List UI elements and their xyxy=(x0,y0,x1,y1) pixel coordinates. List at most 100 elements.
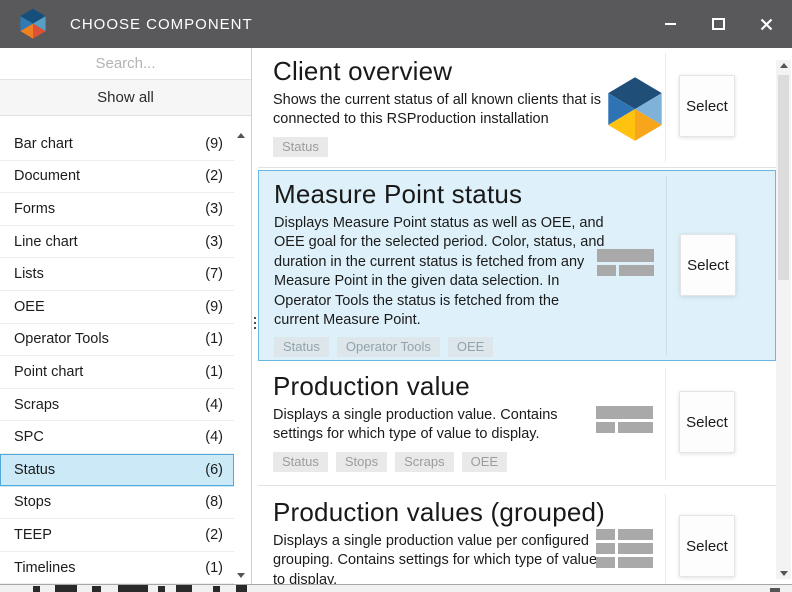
sidebar-item-document[interactable]: Document(2) xyxy=(0,161,234,194)
select-button[interactable]: Select xyxy=(679,391,735,453)
tag-status: Status xyxy=(274,337,329,357)
category-count: (3) xyxy=(205,201,223,217)
sidebar-item-status[interactable]: Status(6) xyxy=(0,454,234,487)
scroll-down-icon[interactable] xyxy=(237,573,245,578)
rsproduction-logo-icon xyxy=(18,8,48,41)
sidebar-item-point-chart[interactable]: Point chart(1) xyxy=(0,356,234,389)
titlebar: CHOOSE COMPONENT xyxy=(0,0,792,48)
category-label: TEEP xyxy=(14,527,205,543)
category-label: Timelines xyxy=(14,560,205,576)
category-label: Status xyxy=(14,462,205,478)
category-label: Point chart xyxy=(14,364,205,380)
card-divider xyxy=(665,368,666,480)
category-count: (2) xyxy=(205,527,223,543)
category-label: OEE xyxy=(14,299,205,315)
choose-component-window: { "titlebar": { "title": "CHOOSE COMPONE… xyxy=(0,0,792,592)
minimize-icon xyxy=(665,23,676,25)
tag-oee: OEE xyxy=(462,452,507,472)
sidebar-item-teep[interactable]: TEEP(2) xyxy=(0,519,234,552)
category-count: (4) xyxy=(205,429,223,445)
card-description: Displays a single production value per c… xyxy=(273,532,605,584)
component-cards: Client overviewShows the current status … xyxy=(258,48,776,584)
component-card-production-values-grouped-[interactable]: Production values (grouped)Displays a si… xyxy=(258,489,776,584)
sidebar-item-oee[interactable]: OEE(9) xyxy=(0,291,234,324)
component-list-pane: Client overviewShows the current status … xyxy=(253,48,792,584)
sidebar-item-timelines[interactable]: Timelines(1) xyxy=(0,552,234,585)
card-tags: Status xyxy=(273,137,776,157)
window-controls xyxy=(646,0,790,48)
scroll-up-icon[interactable] xyxy=(780,63,788,68)
dialog-body: Show all Bar chart(9)Document(2)Forms(3)… xyxy=(0,48,792,585)
category-label: Line chart xyxy=(14,234,205,250)
component-card-production-value[interactable]: Production valueDisplays a single produc… xyxy=(258,363,776,486)
card-tags: Status Stops Scraps OEE xyxy=(273,452,776,472)
sidebar-item-forms[interactable]: Forms(3) xyxy=(0,193,234,226)
window-title: CHOOSE COMPONENT xyxy=(70,16,253,33)
category-count: (1) xyxy=(205,331,223,347)
main-scrollbar[interactable] xyxy=(776,60,791,579)
category-label: Document xyxy=(14,168,205,184)
card-title: Measure Point status xyxy=(274,177,775,211)
sidebar-item-stops[interactable]: Stops(8) xyxy=(0,487,234,520)
tag-stops: Stops xyxy=(336,452,387,472)
scrollbar-thumb[interactable] xyxy=(778,75,789,280)
category-count: (6) xyxy=(205,462,223,478)
card-description: Displays a single production value. Cont… xyxy=(273,406,605,445)
close-icon xyxy=(760,18,773,31)
tag-oee: OEE xyxy=(448,337,493,357)
card-divider xyxy=(665,494,666,584)
card-tags: Status Operator Tools OEE xyxy=(274,337,775,357)
category-label: SPC xyxy=(14,429,205,445)
card-divider xyxy=(666,176,667,355)
close-button[interactable] xyxy=(742,0,790,48)
category-count: (1) xyxy=(205,560,223,576)
card-description: Displays Measure Point status as well as… xyxy=(274,214,606,330)
sidebar-item-operator-tools[interactable]: Operator Tools(1) xyxy=(0,324,234,357)
background-window-fragment xyxy=(0,585,792,592)
tag-status: Status xyxy=(273,137,328,157)
component-card-measure-point-status[interactable]: Measure Point statusDisplays Measure Poi… xyxy=(258,170,776,361)
category-label: Operator Tools xyxy=(14,331,205,347)
sidebar-scrollbar[interactable] xyxy=(234,133,248,578)
search-row xyxy=(0,48,251,80)
category-count: (3) xyxy=(205,234,223,250)
component-card-client-overview[interactable]: Client overviewShows the current status … xyxy=(258,48,776,168)
category-label: Bar chart xyxy=(14,136,205,152)
sidebar-item-bar-chart[interactable]: Bar chart(9) xyxy=(0,128,234,161)
tag-status: Status xyxy=(273,452,328,472)
show-all-button[interactable]: Show all xyxy=(0,80,251,116)
select-button[interactable]: Select xyxy=(680,234,736,296)
category-count: (1) xyxy=(205,364,223,380)
sidebar-item-lists[interactable]: Lists(7) xyxy=(0,258,234,291)
maximize-icon xyxy=(712,18,725,30)
category-count: (2) xyxy=(205,168,223,184)
status-panel-icon xyxy=(592,406,656,433)
sidebar: Show all Bar chart(9)Document(2)Forms(3)… xyxy=(0,48,252,584)
scroll-down-icon[interactable] xyxy=(780,571,788,576)
minimize-button[interactable] xyxy=(646,0,694,48)
search-input[interactable] xyxy=(0,48,251,79)
rsproduction-cube-icon xyxy=(603,76,667,146)
category-count: (4) xyxy=(205,397,223,413)
select-button[interactable]: Select xyxy=(679,515,735,577)
card-description: Shows the current status of all known cl… xyxy=(273,91,605,130)
status-panel-icon xyxy=(593,249,657,276)
sidebar-item-scraps[interactable]: Scraps(4) xyxy=(0,389,234,422)
category-list: Bar chart(9)Document(2)Forms(3)Line char… xyxy=(0,128,234,584)
maximize-button[interactable] xyxy=(694,0,742,48)
category-count: (9) xyxy=(205,136,223,152)
sidebar-item-line-chart[interactable]: Line chart(3) xyxy=(0,226,234,259)
scroll-up-icon[interactable] xyxy=(237,133,245,138)
tag-scraps: Scraps xyxy=(395,452,453,472)
category-label: Forms xyxy=(14,201,205,217)
select-button[interactable]: Select xyxy=(679,75,735,137)
category-count: (8) xyxy=(205,494,223,510)
category-count: (7) xyxy=(205,266,223,282)
category-label: Scraps xyxy=(14,397,205,413)
card-divider xyxy=(665,53,666,162)
sidebar-item-spc[interactable]: SPC(4) xyxy=(0,421,234,454)
category-label: Lists xyxy=(14,266,205,282)
tag-operator-tools: Operator Tools xyxy=(337,337,440,357)
grouped-panel-icon xyxy=(592,529,656,568)
category-count: (9) xyxy=(205,299,223,315)
